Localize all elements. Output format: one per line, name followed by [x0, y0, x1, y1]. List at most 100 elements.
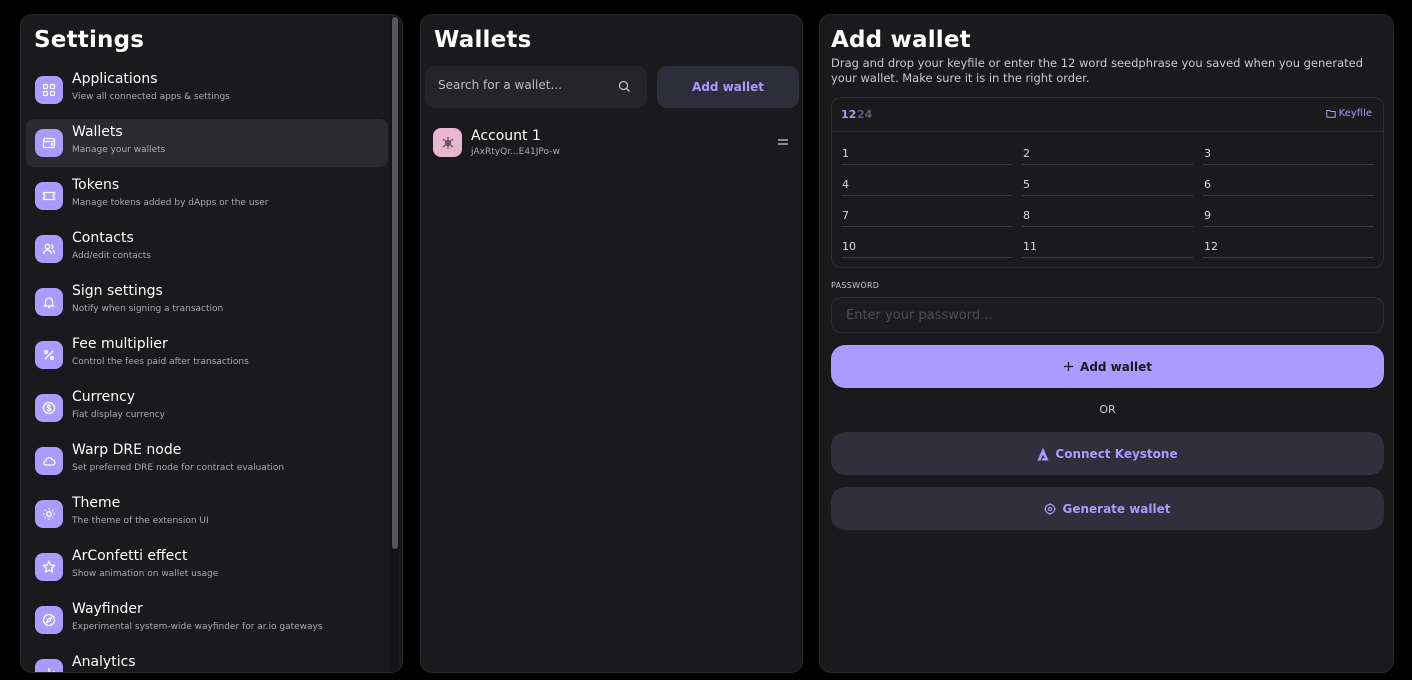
- seed-word-number: 2: [1023, 147, 1030, 160]
- cloud-icon: [35, 447, 63, 475]
- settings-item-label: Currency: [72, 389, 136, 405]
- seedphrase-box[interactable]: 12 24 Keyfile 1 2 3 4 5 6 7 8 9 10 11 12: [831, 97, 1384, 268]
- folder-icon: [1325, 110, 1336, 118]
- settings-item-description: Manage tokens added by dApps or the user: [72, 198, 269, 208]
- settings-item-description: Set preferred DRE node for contract eval…: [72, 463, 285, 473]
- settings-item-label: Wayfinder: [72, 601, 143, 617]
- seed-word-field[interactable]: 11: [1022, 236, 1193, 258]
- settings-item-label: Sign settings: [72, 283, 163, 299]
- generate-wallet-button[interactable]: Generate wallet: [831, 487, 1384, 530]
- seed-word-number: 12: [1204, 240, 1218, 253]
- seed-word-number: 3: [1204, 147, 1211, 160]
- chart-icon: [35, 659, 63, 672]
- drag-handle-icon[interactable]: [777, 138, 789, 146]
- length-option-24[interactable]: 24: [857, 108, 872, 121]
- settings-item-label: Theme: [72, 495, 121, 511]
- settings-item-label: Fee multiplier: [72, 336, 168, 352]
- seed-word-field[interactable]: 10: [841, 236, 1012, 258]
- connect-keystone-label: Connect Keystone: [1055, 446, 1178, 461]
- add-wallet-button[interactable]: Add wallet: [657, 66, 799, 108]
- seed-word-field[interactable]: 8: [1022, 205, 1193, 227]
- settings-item-label: Applications: [72, 71, 158, 87]
- settings-item-description: Notify when signing a transaction: [72, 304, 224, 314]
- settings-item-description: Show animation on wallet usage: [72, 569, 219, 579]
- settings-item-label: Wallets: [72, 124, 123, 140]
- seed-word-number: 1: [842, 147, 849, 160]
- seed-word-number: 8: [1023, 209, 1030, 222]
- password-label: PASSWORD: [831, 281, 880, 290]
- generate-wallet-label: Generate wallet: [1062, 501, 1171, 516]
- star-icon: [35, 553, 63, 581]
- settings-item-arconfetti[interactable]: ArConfetti effect Show animation on wall…: [26, 543, 388, 591]
- add-wallet-submit-button[interactable]: Add wallet: [831, 345, 1384, 388]
- settings-item-theme[interactable]: Theme The theme of the extension UI: [26, 490, 388, 538]
- percent-icon: [35, 341, 63, 369]
- password-input[interactable]: [846, 308, 1346, 323]
- seed-word-field[interactable]: 6: [1203, 174, 1374, 196]
- settings-panel: Settings Applications View all connected…: [20, 14, 403, 673]
- settings-item-label: Tokens: [72, 177, 120, 193]
- settings-item-label: Warp DRE node: [72, 442, 182, 458]
- add-wallet-submit-label: Add wallet: [1080, 359, 1152, 374]
- wallet-search-box[interactable]: [425, 66, 647, 108]
- seed-word-field[interactable]: 1: [841, 143, 1012, 165]
- settings-item-applications[interactable]: Applications View all connected apps & s…: [26, 66, 388, 114]
- settings-item-contacts[interactable]: Contacts Add/edit contacts: [26, 225, 388, 273]
- seed-word-field[interactable]: 7: [841, 205, 1012, 227]
- settings-item-currency[interactable]: Currency Fiat display currency: [26, 384, 388, 432]
- settings-item-wayfinder[interactable]: Wayfinder Experimental system-wide wayfi…: [26, 596, 388, 644]
- seed-word-field[interactable]: 9: [1203, 205, 1374, 227]
- settings-item-description: Fiat display currency: [72, 410, 165, 420]
- seed-word-number: 9: [1204, 209, 1211, 222]
- settings-item-description: Add/edit contacts: [72, 251, 151, 261]
- settings-item-fee-multiplier[interactable]: Fee multiplier Control the fees paid aft…: [26, 331, 388, 379]
- bell-icon: [35, 288, 63, 316]
- seed-word-field[interactable]: 12: [1203, 236, 1374, 258]
- password-field[interactable]: [831, 297, 1384, 333]
- settings-item-label: Contacts: [72, 230, 134, 246]
- seed-word-number: 7: [842, 209, 849, 222]
- seed-word-number: 10: [842, 240, 856, 253]
- generate-icon: [1044, 502, 1057, 515]
- compass-icon: [35, 606, 63, 634]
- seed-word-number: 6: [1204, 178, 1211, 191]
- plus-icon: [1064, 362, 1074, 371]
- ticket-icon: [35, 182, 63, 210]
- seed-word-field[interactable]: 3: [1203, 143, 1374, 165]
- settings-list: Applications View all connected apps & s…: [26, 66, 388, 672]
- search-icon: [618, 80, 630, 92]
- settings-item-description: The theme of the extension UI: [72, 516, 209, 526]
- keyfile-label: Keyfile: [1338, 108, 1372, 119]
- or-divider: OR: [1099, 403, 1116, 416]
- wallets-panel: Wallets Add wallet Account 1 jAxRtyQr...…: [420, 14, 803, 673]
- sun-icon: [35, 500, 63, 528]
- settings-item-sign-settings[interactable]: Sign settings Notify when signing a tran…: [26, 278, 388, 326]
- seed-word-field[interactable]: 2: [1022, 143, 1193, 165]
- add-wallet-description: Drag and drop your keyfile or enter the …: [831, 56, 1364, 85]
- length-option-12[interactable]: 12: [841, 108, 856, 121]
- settings-item-analytics[interactable]: Analytics: [26, 649, 388, 672]
- keystone-icon: [1037, 447, 1049, 460]
- settings-item-wallets[interactable]: Wallets Manage your wallets: [26, 119, 388, 167]
- settings-item-description: Experimental system-wide wayfinder for a…: [72, 622, 323, 632]
- dollar-circle-icon: [35, 394, 63, 422]
- seed-word-number: 4: [842, 178, 849, 191]
- settings-item-tokens[interactable]: Tokens Manage tokens added by dApps or t…: [26, 172, 388, 220]
- settings-item-description: Manage your wallets: [72, 145, 166, 155]
- settings-item-warp-dre-node[interactable]: Warp DRE node Set preferred DRE node for…: [26, 437, 388, 485]
- wallet-search-input[interactable]: [438, 78, 608, 92]
- seedphrase-header: 12 24 Keyfile: [832, 98, 1383, 132]
- connect-keystone-button[interactable]: Connect Keystone: [831, 432, 1384, 475]
- add-wallet-title: Add wallet: [831, 27, 971, 53]
- wallet-list-item[interactable]: Account 1 jAxRtyQr...E41JPo-w: [433, 127, 791, 161]
- seed-word-field[interactable]: 5: [1022, 174, 1193, 196]
- settings-item-description: View all connected apps & settings: [72, 92, 230, 102]
- scrollbar-thumb[interactable]: [392, 17, 398, 549]
- seed-word-field[interactable]: 4: [841, 174, 1012, 196]
- avatar: [433, 128, 462, 157]
- wallet-icon: [35, 129, 63, 157]
- settings-item-label: ArConfetti effect: [72, 548, 188, 564]
- settings-item-description: Control the fees paid after transactions: [72, 357, 249, 367]
- keyfile-button[interactable]: Keyfile: [1325, 108, 1372, 119]
- seed-word-number: 11: [1023, 240, 1037, 253]
